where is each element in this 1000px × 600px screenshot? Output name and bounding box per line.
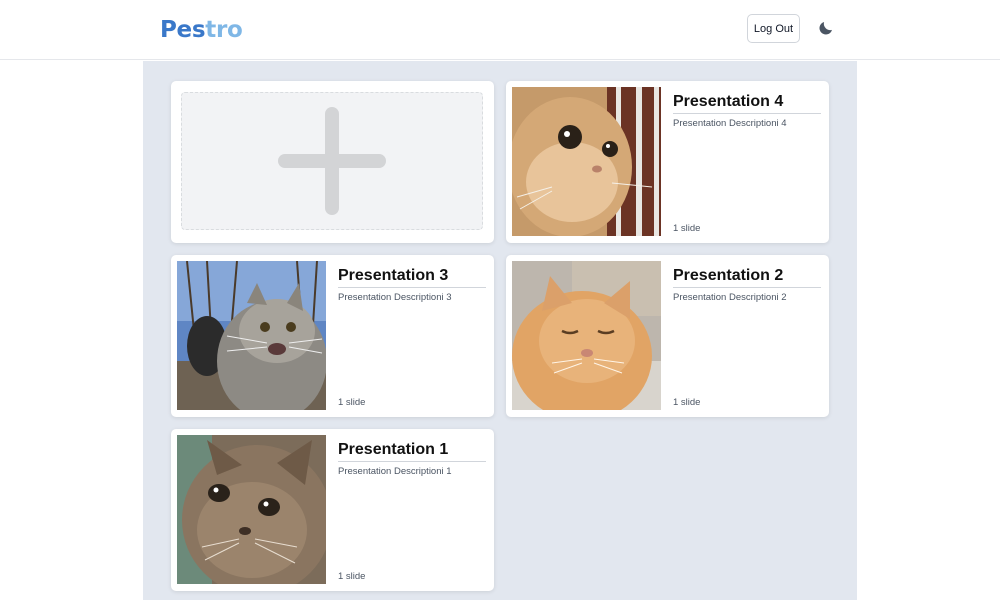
app-logo[interactable]: Pestro <box>160 15 243 45</box>
presentation-description: Presentation Descriptioni 2 <box>673 292 787 303</box>
presentation-description: Presentation Descriptioni 4 <box>673 118 787 129</box>
presentation-thumbnail <box>512 261 661 410</box>
new-presentation-card[interactable] <box>171 81 494 243</box>
presentation-card[interactable]: Presentation 1 Presentation Descriptioni… <box>171 429 494 591</box>
presentation-title: Presentation 3 <box>338 267 486 288</box>
moon-icon[interactable] <box>817 19 835 37</box>
slide-count: 1 slide <box>673 223 701 234</box>
app-header: Pestro Log Out <box>0 0 1000 60</box>
presentation-title: Presentation 2 <box>673 267 821 288</box>
plus-icon <box>278 107 386 215</box>
presentation-thumbnail <box>177 435 326 584</box>
slide-count: 1 slide <box>673 397 701 408</box>
new-presentation-dropzone[interactable] <box>181 92 483 230</box>
presentation-card[interactable]: Presentation 2 Presentation Descriptioni… <box>506 255 829 417</box>
presentation-card[interactable]: Presentation 3 Presentation Descriptioni… <box>171 255 494 417</box>
presentation-title: Presentation 4 <box>673 93 821 114</box>
logo-part-1: Pes <box>160 17 206 43</box>
presentation-description: Presentation Descriptioni 3 <box>338 292 452 303</box>
presentation-card[interactable]: Presentation 4 Presentation Descriptioni… <box>506 81 829 243</box>
presentation-thumbnail <box>177 261 326 410</box>
presentation-thumbnail <box>512 87 661 236</box>
logout-button[interactable]: Log Out <box>747 14 800 43</box>
presentation-description: Presentation Descriptioni 1 <box>338 466 452 477</box>
presentation-title: Presentation 1 <box>338 441 486 462</box>
presentation-grid: Presentation 4 Presentation Descriptioni… <box>143 61 857 600</box>
slide-count: 1 slide <box>338 397 366 408</box>
slide-count: 1 slide <box>338 571 366 582</box>
logo-part-2: tro <box>205 17 243 43</box>
